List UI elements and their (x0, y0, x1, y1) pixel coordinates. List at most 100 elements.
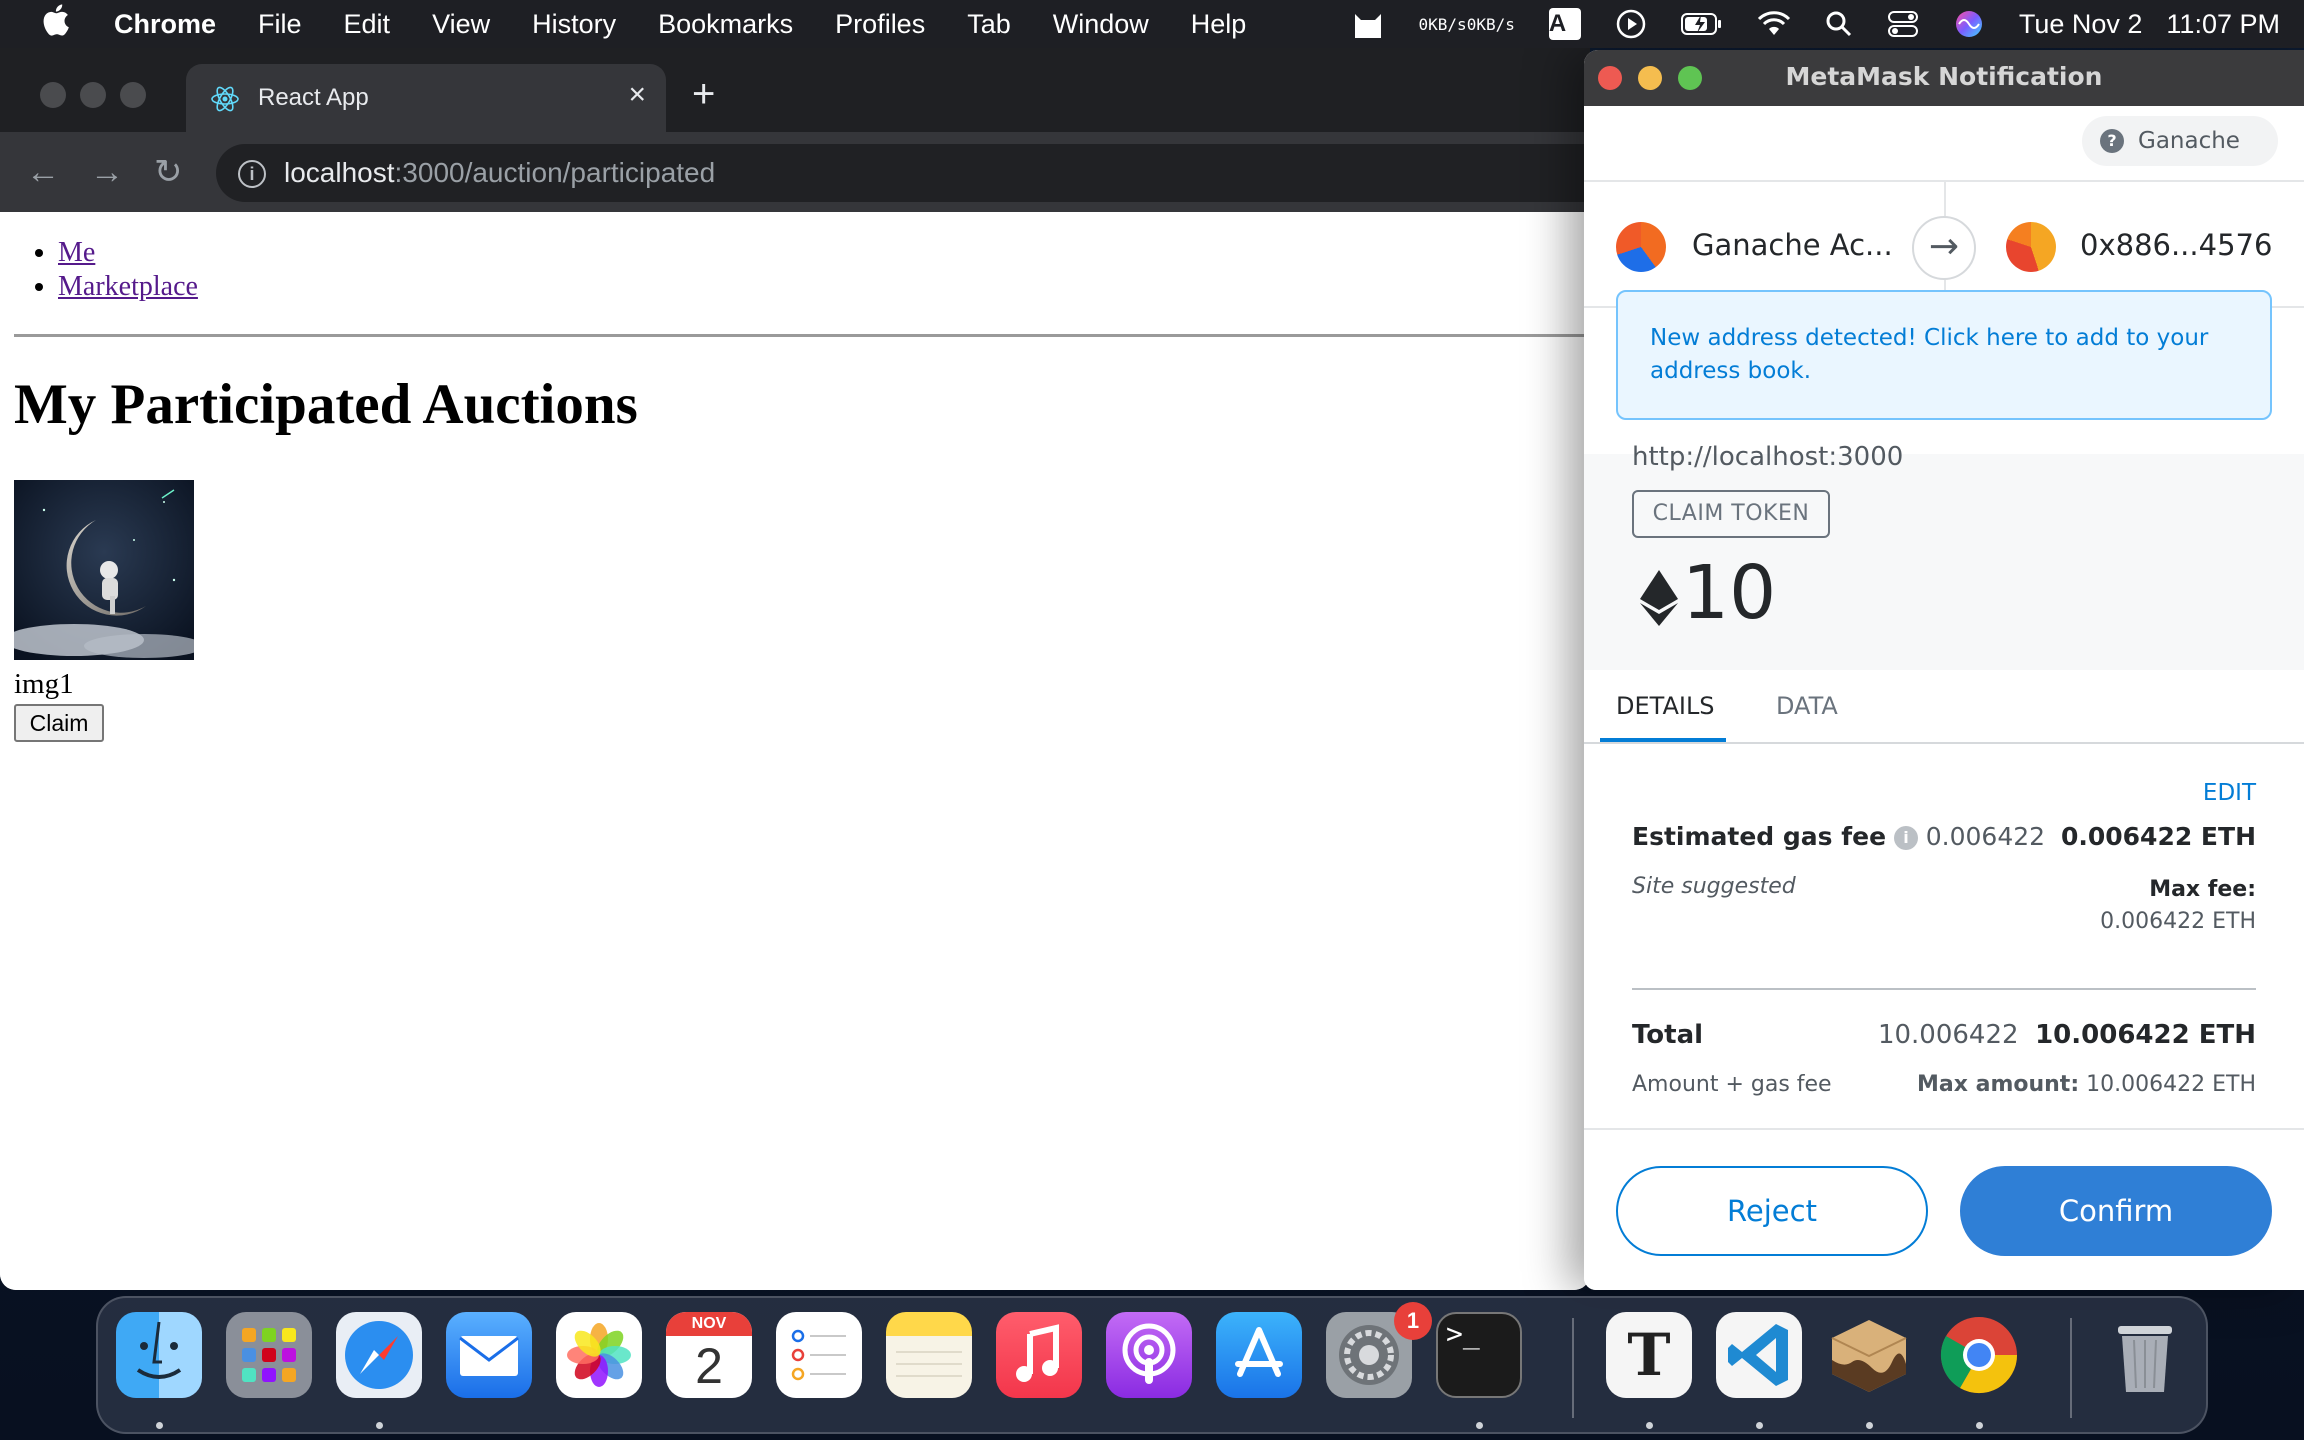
launchpad-icon[interactable] (226, 1312, 312, 1398)
calendar-icon[interactable]: NOV 2 (666, 1312, 752, 1398)
banner-text: New address detected! Click here to add … (1650, 325, 2209, 384)
menu-edit[interactable]: Edit (344, 9, 391, 40)
dock-separator (1572, 1318, 1574, 1418)
total-value: 10.006422 (1877, 1020, 2019, 1050)
tab-details[interactable]: DETAILS (1616, 692, 1715, 720)
max-fee-value: 0.006422 ETH (2100, 909, 2256, 934)
clock-time[interactable]: 11:07 PM (2166, 9, 2280, 40)
amount-gas-label: Amount + gas fee (1632, 1072, 1832, 1097)
nav-link-me[interactable]: Me (58, 237, 95, 268)
mm-window-title: MetaMask Notification (1785, 62, 2103, 91)
web-page: Me Marketplace My Participated Auctions (0, 212, 1590, 1290)
reject-button[interactable]: Reject (1616, 1166, 1928, 1256)
podcasts-icon[interactable] (1106, 1312, 1192, 1398)
cat-icon[interactable] (1351, 8, 1385, 40)
info-icon[interactable]: i (1894, 826, 1919, 850)
siri-icon[interactable] (1953, 8, 1985, 40)
address-url[interactable]: localhost:3000/auction/participated (284, 157, 715, 189)
finder-running-dot (156, 1422, 163, 1429)
spotlight-search-icon[interactable] (1825, 10, 1853, 38)
forward-arrow-icon[interactable]: → (90, 152, 124, 192)
active-tab-underline (1600, 738, 1726, 742)
input-source-icon[interactable]: A (1548, 8, 1581, 40)
recipient-avatar (2006, 222, 2056, 272)
calendar-month: NOV (666, 1312, 752, 1336)
method-badge: CLAIM TOKEN (1632, 490, 1830, 538)
back-arrow-icon[interactable]: ← (26, 152, 60, 192)
nav-link-marketplace[interactable]: Marketplace (58, 271, 198, 302)
notes-icon[interactable] (886, 1312, 972, 1398)
total-row: Total 10.006422 10.006422 ETH (1632, 1020, 2256, 1056)
ganache-icon[interactable] (1826, 1312, 1912, 1398)
vscode-running-dot (1756, 1422, 1763, 1429)
tab-close-icon[interactable]: × (628, 78, 646, 112)
chrome-icon[interactable] (1936, 1312, 2022, 1398)
tab-strip: React App × + (0, 48, 1590, 132)
recipient-address[interactable]: 0x886...4576 (2080, 228, 2272, 262)
url-path: :3000/auction/participated (394, 157, 716, 188)
menu-file[interactable]: File (258, 9, 302, 40)
total-label: Total (1632, 1020, 1704, 1050)
app-store-icon[interactable] (1216, 1312, 1302, 1398)
network-speed[interactable]: 0KB/s 0KB/s (1419, 16, 1515, 33)
new-tab-button[interactable]: + (692, 74, 715, 114)
photos-icon[interactable] (556, 1312, 642, 1398)
sender-avatar (1616, 222, 1666, 272)
network-selector[interactable]: ? Ganache (2082, 116, 2278, 166)
edit-gas-link[interactable]: EDIT (2203, 780, 2256, 806)
menu-history[interactable]: History (532, 9, 616, 40)
page-title: My Participated Auctions (14, 373, 638, 436)
tab-react-app[interactable]: React App × (186, 64, 666, 132)
reload-icon[interactable]: ↻ (154, 152, 183, 192)
question-icon: ? (2100, 129, 2124, 153)
typora-icon[interactable]: T (1606, 1312, 1692, 1398)
action-footer: Reject Confirm (1584, 1128, 2304, 1290)
terminal-running-dot (1476, 1422, 1483, 1429)
tab-data[interactable]: DATA (1776, 692, 1838, 720)
play-icon[interactable] (1615, 8, 1647, 40)
battery-icon[interactable] (1680, 12, 1723, 36)
trash-icon[interactable] (2102, 1312, 2188, 1398)
new-address-banner[interactable]: New address detected! Click here to add … (1616, 290, 2272, 420)
vscode-icon[interactable] (1716, 1312, 1802, 1398)
music-icon[interactable] (996, 1312, 1082, 1398)
dock-separator-trash (2070, 1318, 2072, 1418)
reminders-icon[interactable] (776, 1312, 862, 1398)
details-divider (1632, 988, 2256, 990)
terminal-icon[interactable]: >_ (1436, 1312, 1522, 1398)
menu-bookmarks[interactable]: Bookmarks (658, 9, 793, 40)
menu-profiles[interactable]: Profiles (835, 9, 925, 40)
wifi-icon[interactable] (1757, 11, 1791, 37)
total-values: 10.006422 10.006422 ETH (1878, 1020, 2256, 1050)
ganache-running-dot (1866, 1422, 1873, 1429)
control-center-icon[interactable] (1887, 10, 1919, 38)
sender-account-name[interactable]: Ganache Ac... (1692, 228, 1893, 262)
window-close-button[interactable] (40, 82, 66, 108)
menu-tab[interactable]: Tab (967, 9, 1011, 40)
menu-view[interactable]: View (432, 9, 490, 40)
confirm-button[interactable]: Confirm (1960, 1166, 2272, 1256)
apple-menu-icon[interactable] (40, 3, 80, 45)
nav-item-me: Me (58, 236, 198, 270)
menu-window[interactable]: Window (1053, 9, 1149, 40)
window-zoom-button[interactable] (120, 82, 146, 108)
browser-toolbar: ← → ↻ i localhost:3000/auction/participa… (0, 132, 1590, 212)
menu-app-chrome[interactable]: Chrome (114, 9, 216, 40)
clock-date[interactable]: Tue Nov 2 (2019, 9, 2143, 40)
max-amount-value: 10.006422 ETH (2086, 1072, 2256, 1097)
address-bar[interactable]: i localhost:3000/auction/participated (216, 144, 1590, 202)
net-up: 0KB/s (1418, 14, 1467, 34)
gas-fee-value: 0.006422 (1925, 822, 2046, 851)
window-minimize-button[interactable] (80, 82, 106, 108)
menu-bar: Chrome File Edit View History Bookmarks … (0, 0, 2304, 48)
calendar-day: 2 (695, 1338, 723, 1394)
transaction-amount: 10 (1682, 550, 1777, 636)
menu-help[interactable]: Help (1191, 9, 1247, 40)
site-info-icon[interactable]: i (238, 160, 266, 188)
finder-icon[interactable] (116, 1312, 202, 1398)
safari-icon[interactable] (336, 1312, 422, 1398)
sender-recipient-bar: Ganache Ac... → 0x886...4576 (1584, 180, 2304, 308)
claim-button[interactable]: Claim (14, 704, 104, 742)
gas-fee-row: Estimated gas fee i 0.006422 0.006422 ETH (1632, 822, 2256, 858)
mail-icon[interactable] (446, 1312, 532, 1398)
